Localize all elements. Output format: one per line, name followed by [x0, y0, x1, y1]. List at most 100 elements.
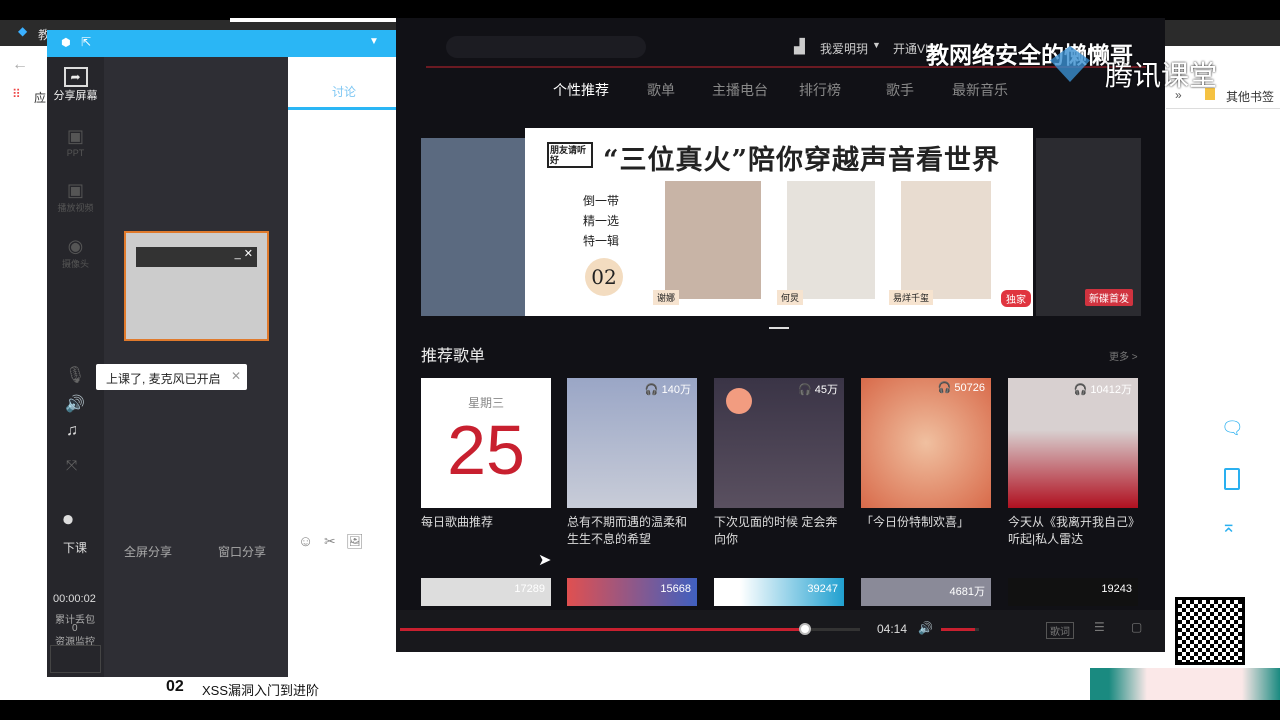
share-screen-label: 分享屏幕 — [53, 90, 98, 102]
play-count: 🎧 10412万 — [1073, 384, 1132, 396]
mic-tooltip: 上课了, 麦克风已开启 ✕ — [96, 364, 247, 390]
emoji-icon[interactable]: ☺ — [298, 533, 313, 550]
banner-episode: 02 — [585, 258, 623, 296]
close-icon[interactable]: ✕ — [231, 369, 241, 383]
progress-track[interactable] — [400, 623, 860, 635]
guest-name: 易烊千玺 — [889, 290, 934, 305]
screen-bottom-bar — [0, 700, 1280, 720]
play-count: 17289 — [514, 583, 545, 595]
lyrics-button[interactable]: 歌词 — [1046, 622, 1074, 639]
playlist-title[interactable]: 总有不期而遇的温柔和生生不息的希望 — [567, 514, 697, 548]
apps-grid-icon[interactable]: ⠿ — [12, 87, 21, 101]
course-title: XSS漏洞入门到进阶 — [202, 683, 320, 698]
close-icon: _ ✕ — [136, 247, 257, 267]
classroom-header: ⬢ ⇱ ▼ — [47, 30, 396, 57]
playlist-card[interactable]: 🎧 50726 「今日份特制欢喜」 — [861, 378, 991, 531]
end-class-button[interactable]: 下课 — [63, 539, 87, 556]
banner-prev-image[interactable] — [421, 138, 526, 316]
playlist-card[interactable]: 17289 — [421, 578, 551, 606]
back-icon[interactable]: ← — [12, 56, 28, 74]
progress-handle[interactable] — [798, 623, 811, 635]
playlist-title[interactable]: 下次见面的时候 定会奔向你 — [714, 514, 844, 548]
more-link[interactable]: 更多 > — [1109, 348, 1138, 363]
mobile-icon[interactable] — [1224, 468, 1240, 490]
playlist-card[interactable]: 🎧 10412万 今天从《我离开我自己》听起|私人雷达 — [1008, 378, 1138, 548]
playlist-card[interactable]: 19243 — [1008, 578, 1138, 606]
tab-charts[interactable]: 排行榜 — [799, 80, 841, 100]
playlist-card[interactable]: 🎧 140万 总有不期而遇的温柔和生生不息的希望 — [567, 378, 697, 548]
avatar[interactable]: ▟ — [794, 38, 805, 55]
video-button[interactable]: ▣ 播放视频 — [47, 179, 104, 214]
banner[interactable]: 朋友请听好 “三位真火”陪你穿越声音看世界 倒一带 精一选 特一辑 02 谢娜 … — [525, 128, 1033, 316]
tab-radio[interactable]: 主播电台 — [712, 80, 768, 100]
search-input[interactable] — [446, 36, 646, 58]
scissors-icon[interactable]: ✂ — [324, 533, 336, 550]
playlist-card[interactable]: 15668 — [567, 578, 697, 606]
play-count-value: 140万 — [661, 384, 691, 396]
dropdown-icon[interactable]: ▼ — [369, 36, 379, 47]
external-share-icon[interactable]: ⇱ — [81, 35, 91, 49]
playlist-title[interactable]: 每日歌曲推荐 — [421, 514, 551, 531]
user-name[interactable]: 我爱明玥 — [820, 40, 868, 57]
play-count: 4681万 — [949, 586, 985, 598]
back-to-top-icon[interactable]: ⌅ — [1221, 516, 1236, 537]
divider — [1166, 108, 1280, 109]
tab-artists[interactable]: 歌手 — [886, 80, 914, 100]
location-icon[interactable]: ⬢ — [61, 36, 71, 49]
mini-mode-icon[interactable]: ▢ — [1131, 620, 1142, 634]
chevron-down-icon[interactable]: ▼ — [872, 40, 881, 50]
monitor-box — [50, 645, 101, 673]
end-class-icon[interactable]: ⏺ — [63, 509, 73, 532]
playlist-card[interactable]: 🎧 45万 下次见面的时候 定会奔向你 — [714, 378, 844, 548]
playlist-card[interactable]: 4681万 — [861, 578, 991, 606]
tab-underline — [288, 107, 396, 110]
speaker-icon[interactable]: 🔊 — [65, 394, 85, 414]
microphone-icon[interactable]: 🎙 — [65, 365, 85, 385]
section-title: 推荐歌单 — [421, 348, 486, 365]
playlist-title[interactable]: 「今日份特制欢喜」 — [861, 514, 991, 531]
playlist-card[interactable]: 星期三 25 每日歌曲推荐 — [421, 378, 551, 531]
episode-number: 02 — [166, 678, 184, 695]
tab-new-music[interactable]: 最新音乐 — [952, 80, 1008, 100]
music-icon[interactable]: ♫ — [66, 422, 78, 440]
carousel-indicator[interactable] — [769, 327, 789, 329]
fullscreen-icon[interactable]: ⤧ — [66, 457, 77, 474]
mouse-cursor-icon: ➤ — [538, 552, 552, 569]
tab-playlists[interactable]: 歌单 — [647, 80, 675, 100]
watermark-text: 教网络安全的懒懒哥 — [926, 42, 1133, 68]
exclusive-badge: 独家 — [1001, 290, 1031, 307]
bookmark-other[interactable]: 其他书签 — [1226, 88, 1274, 105]
guest-photo — [665, 181, 761, 299]
camera-button[interactable]: ◉ 摄像头 — [47, 235, 104, 270]
playlist-icon[interactable]: ☰ — [1094, 620, 1105, 634]
progress-fill — [400, 628, 805, 631]
window-preview-thumbnail[interactable]: _ ✕ — [124, 231, 269, 341]
playlist-title[interactable]: 今天从《我离开我自己》听起|私人雷达 — [1008, 514, 1138, 548]
volume-slider[interactable] — [941, 628, 979, 631]
ppt-label: PPT — [66, 148, 85, 158]
share-screen-button[interactable]: ➦ 分享屏幕 — [47, 67, 104, 103]
screen-top-bar — [0, 0, 1280, 20]
tab-discussion[interactable]: 讨论 — [332, 83, 356, 100]
play-count: 19243 — [1101, 583, 1132, 595]
banner-next-image[interactable]: 新碟首发 — [1036, 138, 1141, 316]
window-share-button[interactable]: 窗口分享 — [218, 543, 266, 560]
fullscreen-share-button[interactable]: 全屏分享 — [124, 543, 172, 560]
new-album-badge: 新碟首发 — [1085, 289, 1133, 306]
image-icon[interactable]: 🖼 — [346, 533, 364, 550]
watermark-brand: 腾讯课堂 — [1105, 60, 1218, 91]
tab-personal-recommend[interactable]: 个性推荐 — [553, 80, 609, 100]
guest-photo — [901, 181, 991, 299]
volume-icon[interactable]: 🔊 — [918, 621, 933, 635]
guest-photo — [787, 181, 875, 299]
daily-weekday: 星期三 — [467, 396, 504, 410]
play-count-value: 50726 — [954, 382, 985, 394]
camera-label: 摄像头 — [61, 259, 89, 269]
bookmark-apps[interactable]: 应 — [34, 89, 46, 106]
playlist-card[interactable]: 39247 — [714, 578, 844, 606]
comment-icon[interactable]: 🗨 — [1221, 418, 1244, 439]
banner-line: 倒一带 — [583, 194, 620, 208]
tooltip-text: 上课了, 麦克风已开启 — [106, 372, 221, 386]
play-count: 39247 — [807, 583, 838, 595]
ppt-button[interactable]: ▣ PPT — [47, 125, 104, 159]
